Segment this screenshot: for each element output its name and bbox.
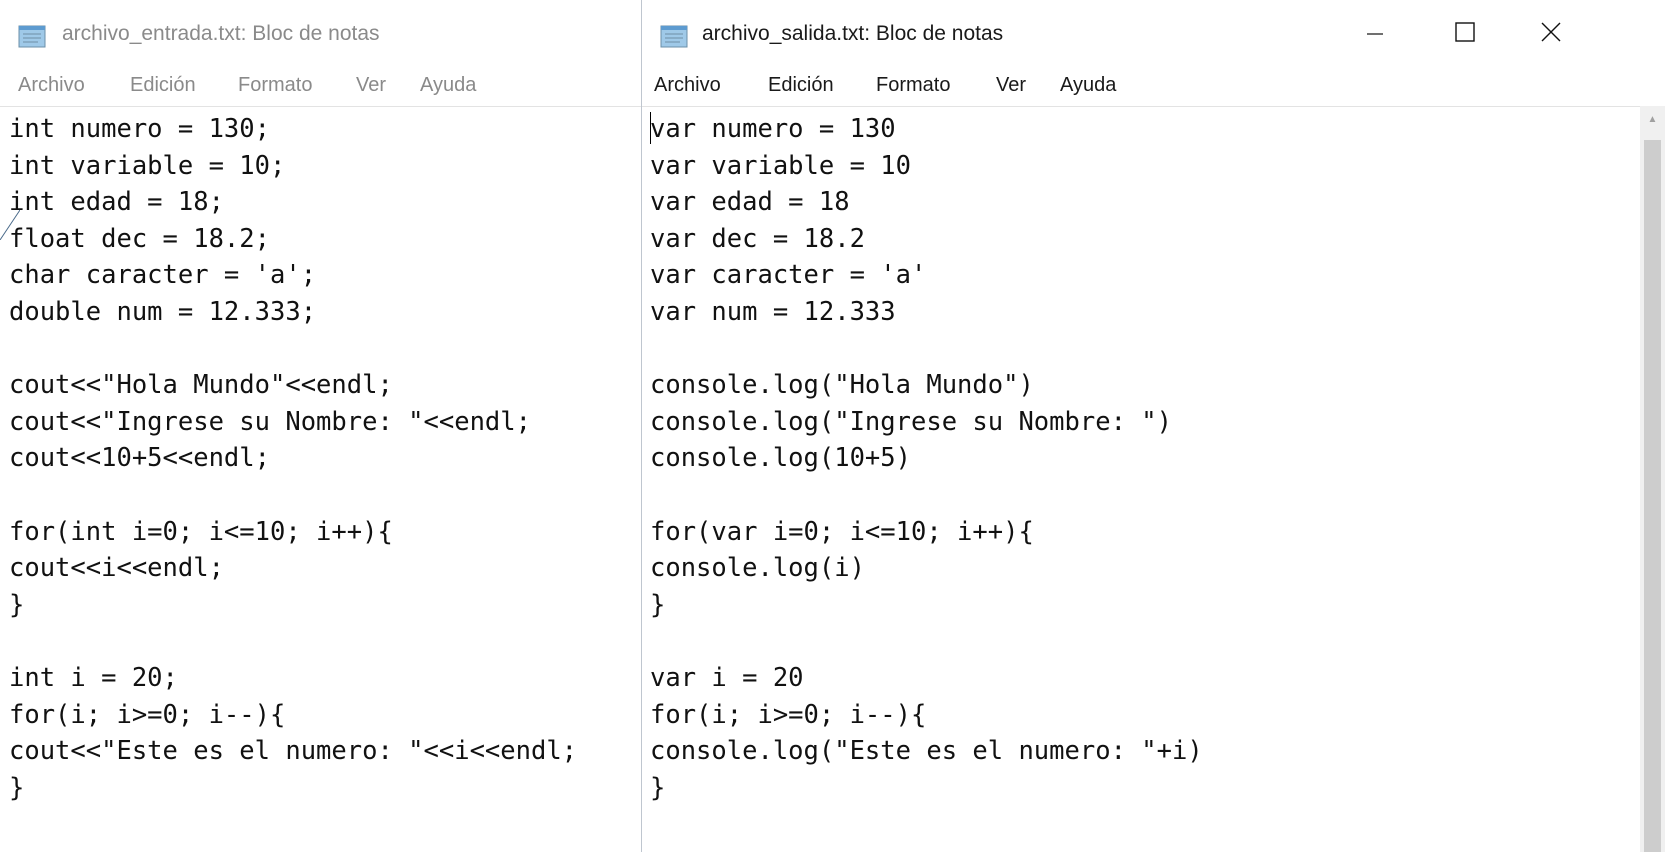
menu-bar: Archivo Edición Formato Ver Ayuda [0, 72, 641, 106]
title-bar[interactable]: archivo_entrada.txt: Bloc de notas [0, 0, 641, 70]
maximize-icon [1454, 21, 1476, 48]
close-button[interactable] [1522, 8, 1580, 60]
editor-content[interactable]: var numero = 130 var variable = 10 var e… [650, 111, 1203, 806]
menu-archivo[interactable]: Archivo [654, 74, 721, 97]
text-caret [650, 112, 651, 144]
notepad-icon [660, 24, 690, 48]
menu-formato[interactable]: Formato [238, 74, 312, 97]
window-title: archivo_salida.txt: Bloc de notas [702, 22, 1004, 45]
menu-ver[interactable]: Ver [356, 74, 386, 97]
menu-edicion[interactable]: Edición [768, 74, 834, 97]
menu-ayuda[interactable]: Ayuda [1060, 74, 1116, 97]
notepad-window-output[interactable]: archivo_salida.txt: Bloc de notas Archiv… [642, 0, 1665, 852]
notepad-icon [18, 24, 48, 48]
close-icon [1540, 21, 1562, 48]
scroll-thumb[interactable] [1644, 140, 1661, 852]
menu-bar: Archivo Edición Formato Ver Ayuda [642, 72, 1665, 106]
menu-edicion[interactable]: Edición [130, 74, 196, 97]
menu-ayuda[interactable]: Ayuda [420, 74, 476, 97]
text-editor[interactable]: var numero = 130 var variable = 10 var e… [642, 106, 1665, 852]
menu-ver[interactable]: Ver [996, 74, 1026, 97]
menu-formato[interactable]: Formato [876, 74, 950, 97]
notepad-window-input[interactable]: archivo_entrada.txt: Bloc de notas Archi… [0, 0, 642, 852]
title-bar[interactable]: archivo_salida.txt: Bloc de notas [642, 0, 1665, 70]
menu-archivo[interactable]: Archivo [18, 74, 85, 97]
decorative-line [0, 209, 20, 240]
maximize-button[interactable] [1436, 8, 1494, 60]
vertical-scrollbar[interactable]: ▲ [1640, 106, 1665, 852]
editor-content[interactable]: int numero = 130; int variable = 10; int… [9, 111, 577, 806]
minimize-icon [1365, 22, 1385, 47]
scroll-up-arrow-icon[interactable]: ▲ [1640, 106, 1665, 132]
minimize-button[interactable] [1346, 8, 1404, 60]
window-title: archivo_entrada.txt: Bloc de notas [62, 22, 380, 45]
text-editor[interactable]: int numero = 130; int variable = 10; int… [0, 106, 641, 852]
